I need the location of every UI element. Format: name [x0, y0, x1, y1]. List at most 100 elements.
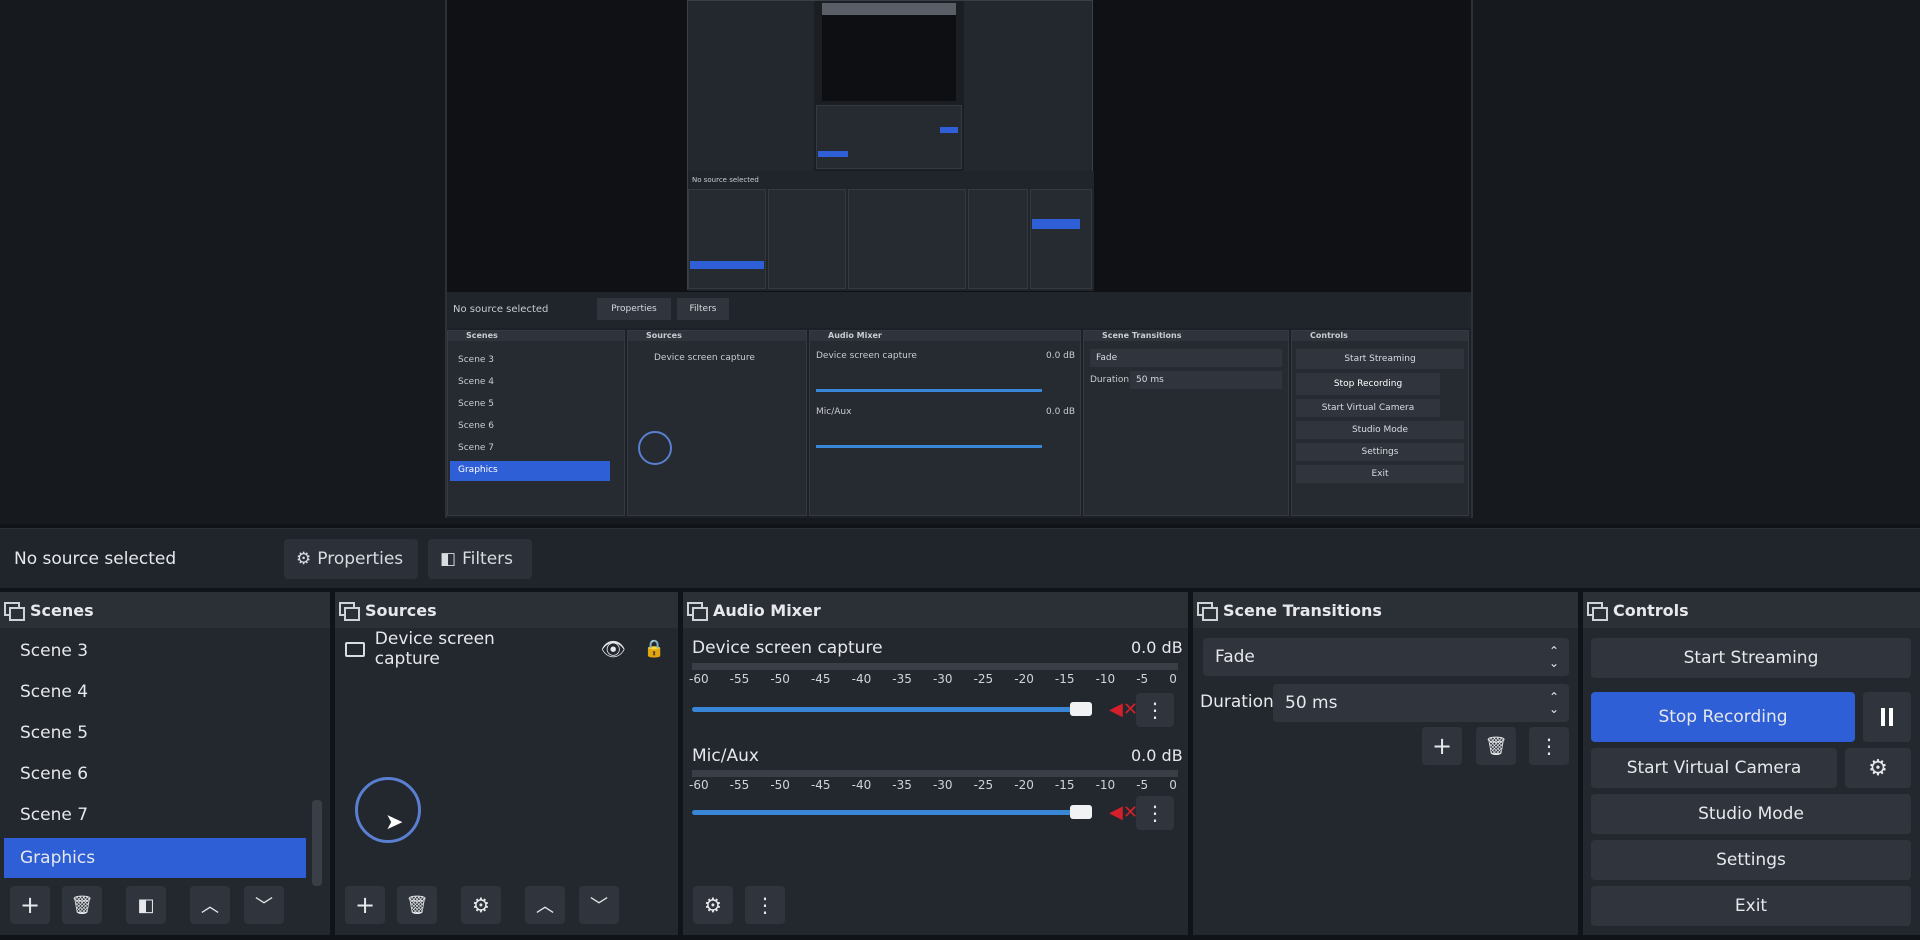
trash-icon: 🗑 [70, 894, 94, 916]
filter-icon: ◧ [440, 549, 457, 569]
nested-docks: Scenes Scene 3 Scene 4 Scene 5 Scene 6 S… [447, 330, 1471, 518]
scene-item[interactable]: Scene 4 [4, 672, 306, 712]
controls-dock-header[interactable]: Controls [1583, 592, 1920, 628]
dock-undock-icon[interactable] [1587, 602, 1608, 621]
plus-icon: + [19, 891, 41, 919]
properties-button[interactable]: ⚙ Properties [284, 539, 418, 579]
advanced-audio-button[interactable]: ⚙ [693, 886, 733, 924]
nested-properties-button: Properties [597, 298, 671, 320]
gear-icon: ⚙ [296, 549, 312, 569]
chevron-down-icon: ﹀ [255, 896, 273, 917]
speaker-muted-icon[interactable]: ◀✕ [1109, 699, 1138, 720]
audio-mixer-dock-header[interactable]: Audio Mixer [683, 592, 1188, 628]
source-properties-button[interactable]: ⚙ [461, 886, 501, 924]
filters-button[interactable]: ◧ Filters [428, 539, 532, 579]
speaker-muted-icon[interactable]: ◀✕ [1109, 802, 1138, 823]
meter-ticks: -60 -55 -50 -45 -40 -35 -30 -25 -20 -15 -10 -5 0 [689, 778, 1177, 792]
gear-icon: ⚙ [704, 893, 722, 917]
trash-icon: 🗑 [1484, 735, 1508, 757]
scene-item[interactable]: Scene 6 [4, 754, 306, 794]
dock-undock-icon[interactable] [1197, 602, 1218, 621]
nested-preview-deep [814, 1, 964, 171]
lock-icon[interactable]: 🔒 [644, 639, 665, 659]
mixer-menu-button[interactable]: ⋮ [745, 886, 785, 924]
controls-dock: Controls Start Streaming Stop Recording … [1583, 592, 1920, 935]
stop-recording-button[interactable]: Stop Recording [1591, 692, 1855, 742]
nested-props-bar: No source selected Properties Filters [447, 292, 1471, 328]
channel-menu-button[interactable]: ⋮ [1136, 693, 1174, 727]
virtual-camera-settings-button[interactable]: ⚙ [1845, 748, 1911, 788]
channel-level: 0.0 dB [1131, 638, 1183, 657]
nested-filters-button: Filters [677, 298, 729, 320]
gear-icon: ⚙ [1868, 755, 1888, 781]
transition-select[interactable]: Fade ⌃ ⌄ [1203, 638, 1569, 676]
volume-meter [692, 663, 1178, 670]
settings-button[interactable]: Settings [1591, 840, 1911, 880]
transition-menu-button[interactable]: ⋮ [1529, 727, 1569, 765]
pause-recording-button[interactable] [1863, 692, 1911, 742]
channel-level: 0.0 dB [1131, 746, 1183, 765]
move-source-down-button[interactable]: ﹀ [579, 886, 619, 924]
start-virtual-camera-button[interactable]: Start Virtual Camera [1591, 748, 1837, 788]
kebab-menu-icon: ⋮ [1539, 734, 1559, 758]
spinbox-arrows-icon[interactable]: ⌃ ⌄ [1549, 691, 1559, 715]
scene-transitions-dock: Scene Transitions Fade ⌃ ⌄ Duration 50 ms… [1193, 592, 1578, 935]
dock-undock-icon[interactable] [339, 602, 360, 621]
dock-undock-icon[interactable] [687, 602, 708, 621]
exit-button[interactable]: Exit [1591, 886, 1911, 926]
preview-area[interactable]: No source selected No source selected Pr… [0, 0, 1920, 524]
dock-undock-icon[interactable] [4, 602, 25, 621]
eye-icon[interactable]: 👁 [600, 637, 625, 661]
no-source-label: No source selected [14, 549, 177, 569]
pause-icon [1881, 708, 1893, 726]
scenes-dock-header[interactable]: Scenes [0, 592, 330, 628]
kebab-menu-icon: ⋮ [1145, 698, 1165, 722]
gear-icon: ⚙ [472, 893, 490, 917]
nested-preview-inner: No source selected [687, 0, 1094, 291]
scenes-scrollbar[interactable] [312, 800, 322, 886]
scene-item[interactable]: Scene 3 [4, 631, 306, 671]
remove-source-button[interactable]: 🗑 [397, 886, 437, 924]
source-item[interactable]: Device screen capture 👁 🔒 [345, 629, 665, 669]
duration-label: Duration [1200, 692, 1274, 712]
move-source-up-button[interactable]: ︿ [525, 886, 565, 924]
volume-slider[interactable] [692, 707, 1086, 712]
studio-mode-button[interactable]: Studio Mode [1591, 794, 1911, 834]
filter-icon: ◧ [137, 894, 155, 916]
volume-meter [692, 770, 1178, 777]
scene-item[interactable]: Scene 7 [4, 795, 306, 835]
channel-name: Mic/Aux [692, 746, 759, 766]
volume-slider-handle[interactable] [1070, 702, 1092, 716]
sources-dock: Sources Device screen capture 👁 🔒 ➤ + 🗑 … [335, 592, 678, 935]
chevron-up-icon: ︿ [201, 896, 219, 917]
scene-item[interactable]: Scene 5 [4, 713, 306, 753]
duration-spinbox[interactable]: 50 ms ⌃ ⌄ [1273, 684, 1569, 722]
move-scene-up-button[interactable]: ︿ [190, 886, 230, 924]
add-source-button[interactable]: + [345, 886, 385, 924]
remove-scene-button[interactable]: 🗑 [62, 886, 102, 924]
volume-slider[interactable] [692, 810, 1086, 815]
monitor-icon [345, 641, 365, 657]
kebab-menu-icon: ⋮ [1145, 801, 1165, 825]
scene-item-selected[interactable]: Graphics [4, 838, 306, 878]
nested-preview: No source selected [447, 0, 1471, 292]
sources-dock-header[interactable]: Sources [335, 592, 678, 628]
scene-filters-button[interactable]: ◧ [126, 886, 166, 924]
chevron-down-icon: ﹀ [590, 896, 608, 917]
add-transition-button[interactable]: + [1422, 727, 1462, 765]
chevron-up-icon: ︿ [536, 896, 554, 917]
plus-icon: + [1431, 732, 1453, 760]
add-scene-button[interactable]: + [10, 886, 50, 924]
channel-menu-button[interactable]: ⋮ [1136, 796, 1174, 830]
start-streaming-button[interactable]: Start Streaming [1591, 638, 1911, 678]
plus-icon: + [354, 891, 376, 919]
move-scene-down-button[interactable]: ﹀ [244, 886, 284, 924]
preview-canvas[interactable]: No source selected No source selected Pr… [445, 0, 1473, 518]
remove-transition-button[interactable]: 🗑 [1476, 727, 1516, 765]
mouse-cursor-icon: ➤ [385, 810, 404, 835]
properties-bar: No source selected ⚙ Properties ◧ Filter… [0, 528, 1920, 588]
chevron-up-down-icon: ⌃ ⌄ [1548, 644, 1559, 670]
audio-mixer-dock: Audio Mixer Device screen capture 0.0 dB… [683, 592, 1188, 935]
volume-slider-handle[interactable] [1070, 805, 1092, 819]
scene-transitions-dock-header[interactable]: Scene Transitions [1193, 592, 1578, 628]
